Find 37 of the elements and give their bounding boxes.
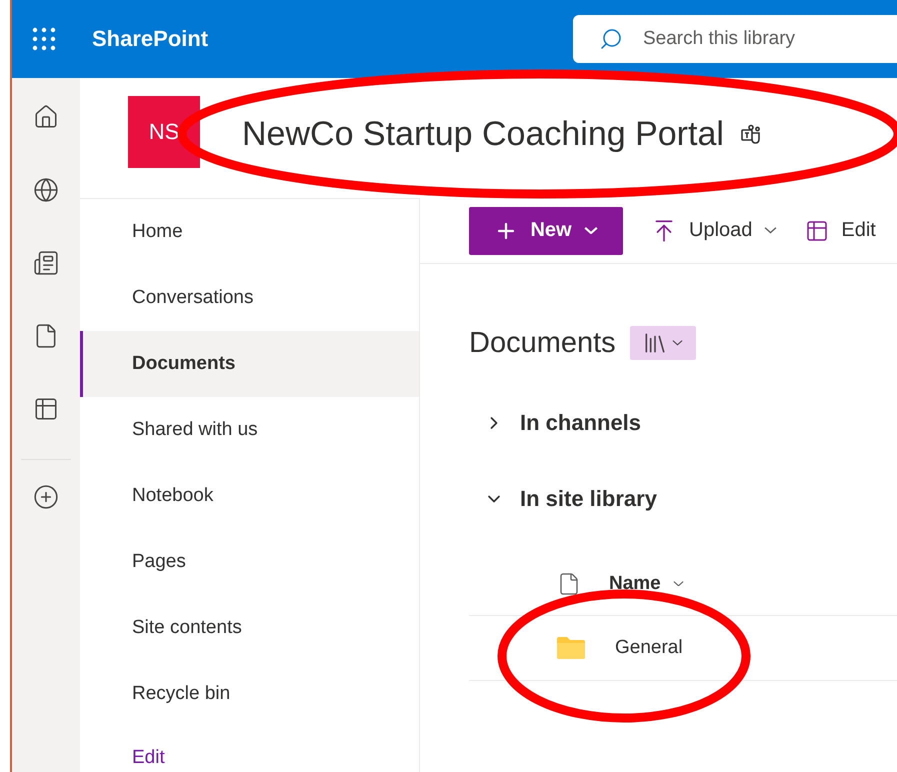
view-switcher-button[interactable] bbox=[630, 326, 696, 360]
search-field[interactable]: Search this library bbox=[573, 15, 897, 63]
edit-grid-button[interactable]: Edit bbox=[805, 218, 876, 242]
library-title: Documents bbox=[469, 326, 616, 360]
table-icon[interactable] bbox=[33, 396, 59, 422]
grid-icon bbox=[805, 218, 830, 242]
home-icon[interactable] bbox=[33, 104, 59, 130]
app-launcher-icon[interactable] bbox=[32, 27, 56, 51]
chevron-down-icon bbox=[672, 580, 684, 586]
nav-item[interactable]: Conversations bbox=[80, 265, 419, 331]
section-toggle[interactable]: In channels bbox=[484, 410, 642, 436]
row-name-link[interactable]: General bbox=[615, 637, 683, 659]
upload-button[interactable]: Upload bbox=[651, 218, 778, 244]
nav-item[interactable]: Shared with us bbox=[80, 397, 419, 463]
teams-icon bbox=[740, 124, 762, 146]
nav-item[interactable]: Notebook bbox=[80, 463, 419, 529]
site-title[interactable]: NewCo Startup Coaching Portal bbox=[242, 114, 724, 154]
folder-icon bbox=[557, 637, 585, 659]
app-name[interactable]: SharePoint bbox=[92, 26, 208, 52]
column-header[interactable]: Name bbox=[609, 572, 684, 594]
add-icon[interactable] bbox=[33, 484, 59, 510]
section-toggle[interactable]: In site library bbox=[484, 486, 657, 512]
chevron-down-icon bbox=[672, 340, 684, 346]
search-placeholder: Search this library bbox=[643, 28, 796, 50]
nav-item[interactable]: Recycle bin bbox=[80, 661, 419, 727]
nav-item[interactable]: Pages bbox=[80, 529, 419, 595]
nav-item[interactable]: Home bbox=[80, 199, 419, 265]
search-icon bbox=[599, 27, 623, 51]
new-button[interactable]: New bbox=[469, 206, 623, 254]
nav-item[interactable]: Site contents bbox=[80, 595, 419, 661]
edit-link[interactable]: Edit bbox=[132, 747, 165, 769]
nav-item[interactable]: Documents bbox=[80, 331, 419, 397]
newspaper-icon[interactable] bbox=[33, 250, 59, 276]
chevron-down-icon bbox=[764, 227, 778, 234]
chevron-down-icon bbox=[584, 227, 598, 234]
globe-icon[interactable] bbox=[33, 177, 59, 203]
site-logo[interactable]: NS bbox=[128, 96, 200, 168]
